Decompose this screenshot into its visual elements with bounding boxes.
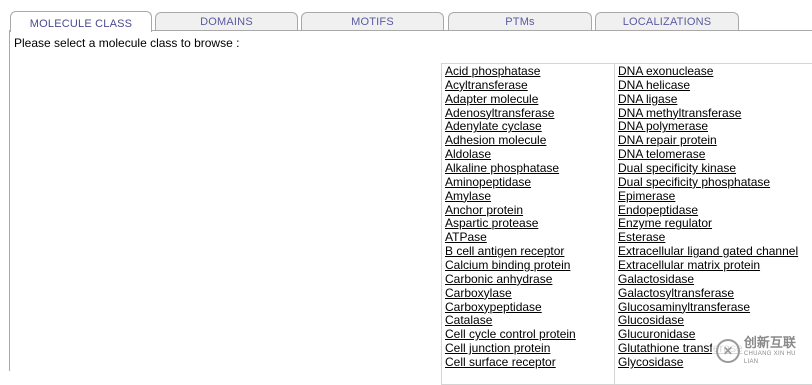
molecule-class-link[interactable]: Acid phosphatase: [445, 65, 614, 79]
watermark-text: 创新互联 CHUANG XIN HU LIAN: [743, 334, 812, 366]
molecule-class-link[interactable]: ATPase: [445, 231, 614, 245]
browse-prompt: Please select a molecule class to browse…: [14, 36, 240, 50]
molecule-class-link[interactable]: Adhesion molecule: [445, 134, 614, 148]
watermark-name: 创新互联: [743, 334, 796, 350]
molecule-class-link[interactable]: DNA ligase: [618, 93, 812, 107]
molecule-class-link[interactable]: Aminopeptidase: [445, 176, 614, 190]
watermark-subtitle: CHUANG XIN HU LIAN: [743, 350, 796, 365]
molecule-class-link[interactable]: Extracellular matrix protein: [618, 259, 812, 273]
molecule-class-link[interactable]: Adapter molecule: [445, 93, 614, 107]
molecule-class-link[interactable]: B cell antigen receptor: [445, 245, 614, 259]
tab-domains[interactable]: DOMAINS: [155, 12, 298, 30]
molecule-class-link[interactable]: Galactosidase: [618, 273, 812, 287]
molecule-class-link[interactable]: Enzyme regulator: [618, 217, 812, 231]
molecule-class-link[interactable]: DNA telomerase: [618, 148, 812, 162]
tab-ptms[interactable]: PTMs: [448, 12, 592, 30]
molecule-class-link[interactable]: Amylase: [445, 190, 614, 204]
molecule-class-link[interactable]: Adenylate cyclase: [445, 120, 614, 134]
molecule-class-link[interactable]: Esterase: [618, 231, 812, 245]
molecule-class-link[interactable]: Aldolase: [445, 148, 614, 162]
tab-bar: MOLECULE CLASS DOMAINS MOTIFS PTMs LOCAL…: [0, 0, 812, 32]
molecule-class-link[interactable]: Catalase: [445, 314, 614, 328]
molecule-class-link[interactable]: Cell junction protein: [445, 342, 614, 356]
molecule-class-link[interactable]: Carbonic anhydrase: [445, 273, 614, 287]
molecule-class-link[interactable]: Carboxylase: [445, 287, 614, 301]
molecule-class-link[interactable]: Calcium binding protein: [445, 259, 614, 273]
tab-motifs[interactable]: MOTIFS: [301, 12, 444, 30]
molecule-class-link[interactable]: Dual specificity phosphatase: [618, 176, 812, 190]
molecule-class-link[interactable]: DNA methyltransferase: [618, 107, 812, 121]
molecule-class-link[interactable]: Cell cycle control protein: [445, 328, 614, 342]
molecule-class-link[interactable]: Anchor protein: [445, 204, 614, 218]
watermark-logo-icon: ✕: [716, 338, 740, 363]
molecule-class-link[interactable]: DNA repair protein: [618, 134, 812, 148]
molecule-class-link[interactable]: Extracellular ligand gated channel: [618, 245, 812, 259]
molecule-class-link[interactable]: Carboxypeptidase: [445, 301, 614, 315]
molecule-class-link[interactable]: DNA helicase: [618, 79, 812, 93]
molecule-class-link[interactable]: Acyltransferase: [445, 79, 614, 93]
watermark: ✕ 创新互联 CHUANG XIN HU LIAN: [712, 330, 812, 371]
molecule-class-link[interactable]: Cell surface receptor: [445, 356, 614, 370]
molecule-class-link[interactable]: Glucosidase: [618, 314, 812, 328]
molecule-class-link[interactable]: DNA exonuclease: [618, 65, 812, 79]
molecule-class-link[interactable]: Galactosyltransferase: [618, 287, 812, 301]
tab-molecule-class[interactable]: MOLECULE CLASS: [10, 11, 152, 32]
molecule-class-link[interactable]: Adenosyltransferase: [445, 107, 614, 121]
tab-panel: Please select a molecule class to browse…: [9, 31, 812, 385]
molecule-class-link[interactable]: Epimerase: [618, 190, 812, 204]
molecule-class-link[interactable]: Alkaline phosphatase: [445, 162, 614, 176]
molecule-class-column-left: Acid phosphatase Acyltransferase Adapter m…: [442, 64, 615, 384]
tab-localizations[interactable]: LOCALIZATIONS: [595, 12, 739, 30]
molecule-class-link[interactable]: Dual specificity kinase: [618, 162, 812, 176]
molecule-class-link[interactable]: Endopeptidase: [618, 204, 812, 218]
molecule-class-link[interactable]: Glucosaminyltransferase: [618, 301, 812, 315]
molecule-class-link[interactable]: Aspartic protease: [445, 217, 614, 231]
molecule-class-link[interactable]: DNA polymerase: [618, 120, 812, 134]
